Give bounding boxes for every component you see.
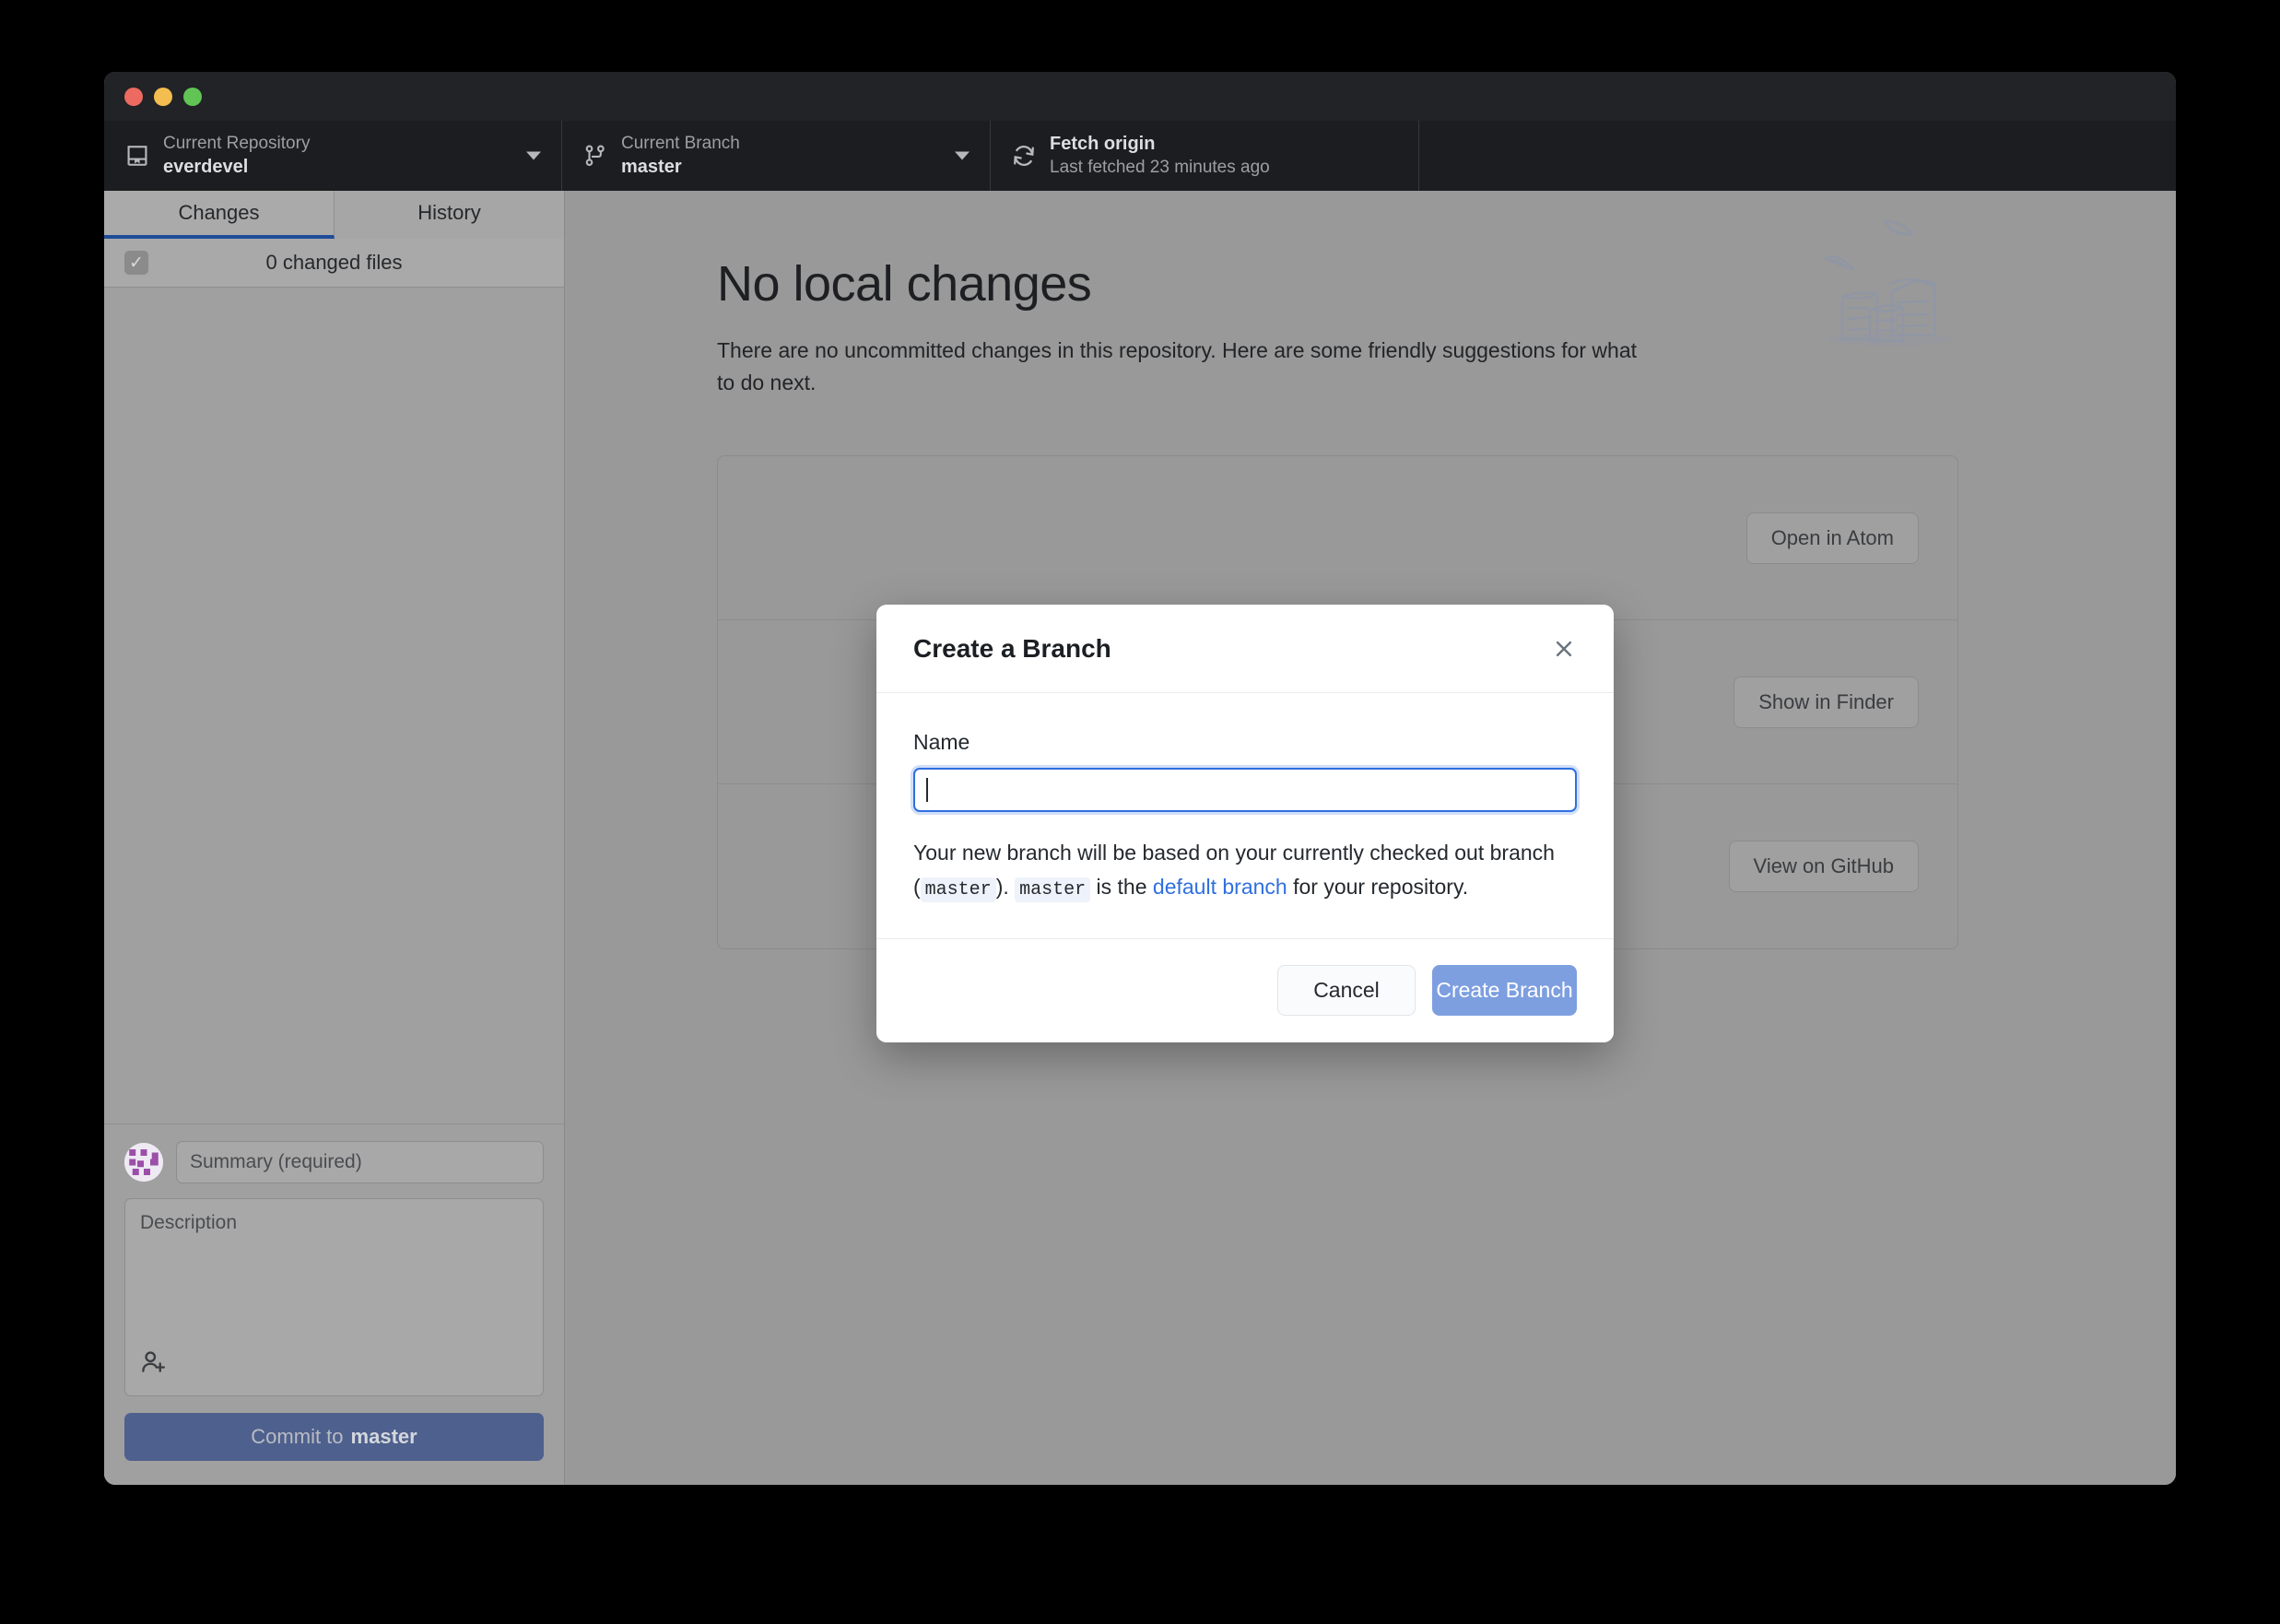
branch-help-text: Your new branch will be based on your cu… — [913, 836, 1577, 905]
help-part-4: for your repository. — [1287, 874, 1469, 899]
help-code-1: master — [920, 877, 996, 902]
app-window: Current Repository everdevel Current Bra… — [104, 72, 2176, 1485]
close-icon[interactable] — [1545, 630, 1582, 667]
branch-name-input[interactable] — [913, 768, 1577, 812]
help-code-2: master — [1015, 877, 1091, 902]
dialog-body: Name Your new branch will be based on yo… — [876, 693, 1614, 939]
create-branch-dialog: Create a Branch Name Your new branch wil… — [876, 605, 1614, 1042]
dialog-title: Create a Branch — [913, 633, 1111, 663]
help-part-3: is the — [1090, 874, 1153, 899]
dialog-header: Create a Branch — [876, 605, 1614, 693]
default-branch-link[interactable]: default branch — [1153, 875, 1287, 899]
help-part-2: ). — [995, 874, 1016, 899]
create-branch-button[interactable]: Create Branch — [1432, 965, 1577, 1017]
dialog-footer: Cancel Create Branch — [876, 938, 1614, 1042]
branch-name-label: Name — [913, 730, 970, 754]
cancel-button[interactable]: Cancel — [1277, 965, 1416, 1017]
text-cursor — [926, 778, 928, 802]
